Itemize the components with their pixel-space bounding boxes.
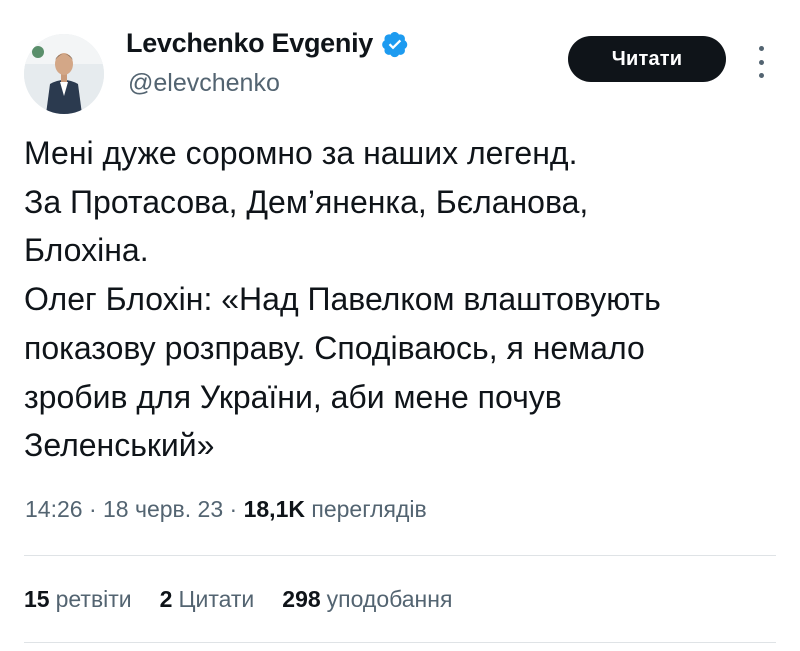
views-label: переглядів [311, 496, 427, 522]
quotes-label: Цитати [178, 586, 255, 612]
quotes-stat[interactable]: 2 Цитати [160, 586, 255, 613]
divider [24, 555, 776, 556]
tweet-line: показову розправу. Сподіваюсь, я немало [24, 329, 645, 366]
tweet-line: Олег Блохін: «Над Павелком влаштовують [24, 281, 661, 318]
meta-separator: · [88, 496, 104, 522]
likes-stat[interactable]: 298 уподобання [282, 586, 452, 613]
verified-badge-icon [382, 31, 408, 57]
tweet-line: зробив для України, аби мене почув [24, 378, 562, 415]
quotes-count: 2 [159, 586, 173, 612]
more-options-icon[interactable] [751, 42, 771, 82]
tweet-line: За Протасова, Дем’яненка, Бєланова, [24, 183, 589, 220]
engagement-stats: 15 ретвіти 2 Цитати 298 уподобання [24, 586, 452, 613]
tweet-text: Мені дуже соромно за наших легенд. За Пр… [24, 129, 784, 470]
author-name-row[interactable]: Levchenko Evgeniy [126, 28, 409, 59]
tweet-meta: 14:26 · 18 черв. 23 · 18,1K переглядів [25, 496, 427, 523]
tweet-time[interactable]: 14:26 [25, 496, 83, 522]
retweets-count: 15 [24, 586, 50, 612]
author-handle[interactable]: @elevchenko [128, 69, 280, 98]
tweet-line: Блохіна. [24, 232, 149, 269]
tweet-line: Зеленський» [24, 427, 215, 464]
likes-label: уподобання [326, 586, 453, 612]
divider [24, 642, 776, 643]
retweets-label: ретвіти [55, 586, 132, 612]
retweets-stat[interactable]: 15 ретвіти [24, 586, 132, 613]
profile-photo-icon [24, 34, 104, 114]
tweet-date[interactable]: 18 черв. 23 [103, 496, 223, 522]
views-count: 18,1K [243, 496, 305, 522]
tweet-line: Мені дуже соромно за наших легенд. [24, 135, 578, 171]
likes-count: 298 [282, 586, 321, 612]
author-name[interactable]: Levchenko Evgeniy [126, 28, 373, 59]
follow-button[interactable]: Читати [568, 36, 726, 82]
meta-separator: · [229, 496, 244, 522]
avatar[interactable] [24, 34, 104, 114]
